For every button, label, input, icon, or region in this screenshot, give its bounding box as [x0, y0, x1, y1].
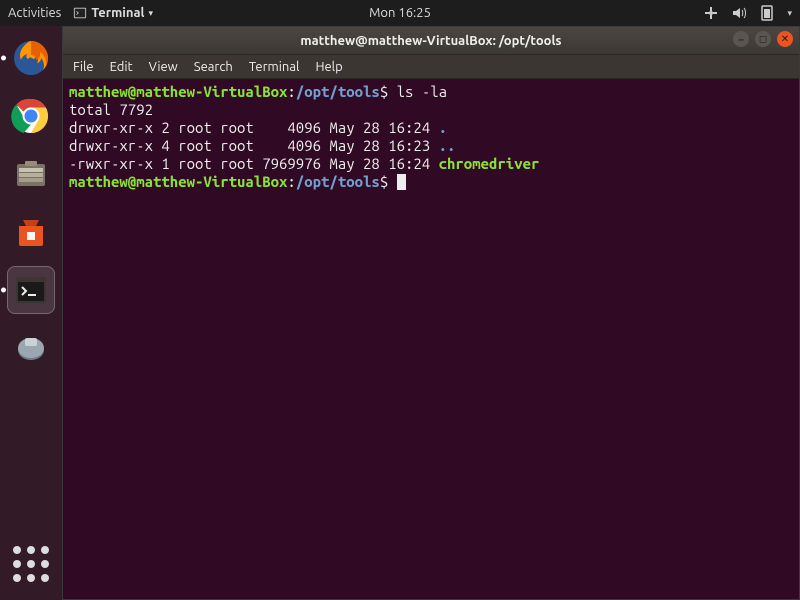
window-close-button[interactable]: ✕ [777, 31, 793, 47]
dock-item-files[interactable] [7, 150, 55, 198]
system-status-area[interactable]: ▾ [703, 5, 792, 21]
menu-help[interactable]: Help [315, 60, 342, 74]
terminal-menubar: File Edit View Search Terminal Help [63, 55, 799, 79]
device-icon [11, 328, 51, 368]
software-icon [11, 212, 51, 252]
dock-item-chrome[interactable] [7, 92, 55, 140]
terminal-icon [73, 6, 87, 20]
battery-icon [759, 5, 775, 21]
menu-file[interactable]: File [73, 60, 94, 74]
window-maximize-button[interactable]: ◻ [755, 31, 771, 47]
ubuntu-dock [0, 26, 62, 600]
dock-item-firefox[interactable] [7, 34, 55, 82]
activities-button[interactable]: Activities [8, 6, 61, 20]
volume-icon [731, 5, 747, 21]
firefox-icon [11, 38, 51, 78]
menu-terminal[interactable]: Terminal [249, 60, 300, 74]
show-applications-button[interactable] [7, 540, 55, 588]
menu-edit[interactable]: Edit [110, 60, 133, 74]
chevron-down-icon: ▾ [149, 8, 154, 19]
files-icon [11, 154, 51, 194]
menu-view[interactable]: View [149, 60, 178, 74]
window-title: matthew@matthew-VirtualBox: /opt/tools [300, 34, 561, 48]
dock-item-help[interactable] [7, 324, 55, 372]
terminal-viewport[interactable]: matthew@matthew-VirtualBox:/opt/tools$ l… [63, 79, 799, 599]
appmenu-label: Terminal [91, 6, 144, 20]
chrome-icon [11, 96, 51, 136]
clock[interactable]: Mon 16:25 [369, 6, 431, 20]
dock-item-terminal[interactable] [7, 266, 55, 314]
window-titlebar[interactable]: matthew@matthew-VirtualBox: /opt/tools –… [63, 27, 799, 55]
terminal-icon [11, 270, 51, 310]
terminal-window: matthew@matthew-VirtualBox: /opt/tools –… [62, 26, 800, 600]
window-minimize-button[interactable]: – [733, 31, 749, 47]
chevron-down-icon: ▾ [787, 8, 792, 19]
gnome-topbar: Activities Terminal ▾ Mon 16:25 ▾ [0, 0, 800, 26]
appmenu-terminal[interactable]: Terminal ▾ [73, 6, 153, 20]
dock-item-software[interactable] [7, 208, 55, 256]
network-icon [703, 5, 719, 21]
menu-search[interactable]: Search [194, 60, 233, 74]
